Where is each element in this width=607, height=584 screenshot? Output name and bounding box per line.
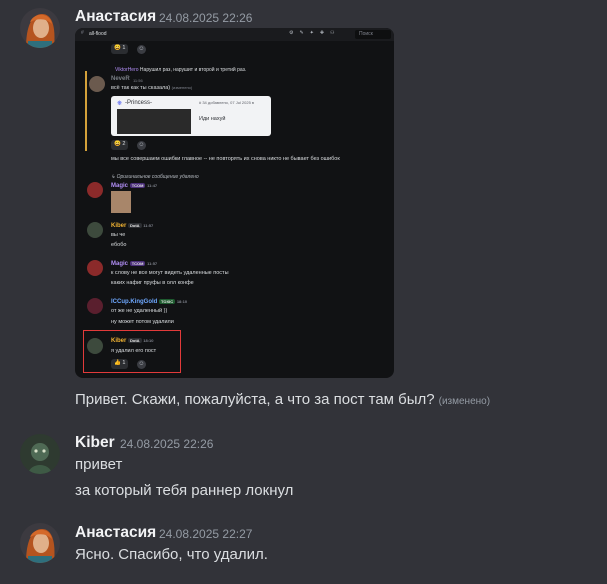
invite-meta: # 34 добавлено, 07 Jul 2025 в (199, 100, 255, 105)
reaction-1: 😄 1 (111, 44, 129, 54)
kiber-name-2: Kiber (111, 338, 127, 345)
reply-preview: ViktorHero Нарушил раз, нарушит и второй… (115, 67, 246, 73)
invite-card: ❋ -Princess- # 34 добавлено, 07 Jul 2025… (111, 96, 271, 136)
reply-text: Нарушил раз, нарушит и второй и третий р… (139, 67, 247, 73)
reaction-2: 😄 2 (111, 140, 129, 150)
message-text: Ясно. Спасибо, что удалил. (75, 546, 268, 563)
image-topbar: # all-flood ⚙✎✦✚⚇ Поиск (75, 28, 394, 41)
message-timestamp: 24.08.2025 22:26 (120, 437, 214, 451)
author-magic: Magic TCOM 11:47 (111, 183, 157, 189)
message-timestamp: 24.08.2025 22:26 (159, 11, 253, 25)
channel-name: all-flood (89, 31, 107, 37)
message-text-content: Привет. Скажи, пожалуйста, а что за пост… (75, 391, 435, 408)
magic-name: Magic (111, 183, 129, 190)
deleted-note: ↳ Оригинальное сообщение удалено (111, 174, 199, 180)
author-name[interactable]: Kiber (75, 434, 115, 452)
reply-bar (85, 71, 87, 151)
attached-image[interactable]: # all-flood ⚙✎✦✚⚇ Поиск 😄 1 ☺ ViktorHero… (75, 28, 394, 378)
magic-line-2: каких нафиг пруфы в олл конфе (111, 280, 194, 286)
deleted-note-text: Оригинальное сообщение удалено (116, 174, 199, 180)
never-edited: (изменено) (171, 85, 193, 90)
avatar-anastasia[interactable] (20, 8, 60, 48)
avatar-kiber[interactable] (20, 434, 60, 474)
message-text: Привет. Скажи, пожалуйста, а что за пост… (75, 391, 490, 408)
message-text: мы все совершаем ошибки главное -- не по… (111, 156, 340, 162)
author-icc: ICCup.KingGold TOXIC 18:10 (111, 299, 187, 305)
edited-label: (изменено) (438, 396, 491, 407)
time-never: 11:56 (133, 78, 143, 83)
invite-action: Иди нахуй (199, 116, 226, 122)
avatar-never (89, 76, 105, 92)
add-reaction-icon: ☺ (137, 45, 146, 54)
reaction-3: 👍 1 (111, 359, 129, 369)
message-1: Анастасия 24.08.2025 22:26 # all-flood ⚙… (0, 0, 607, 420)
icc-time: 18:10 (176, 299, 188, 305)
author-magic-2: Magic TCOM 11:57 (111, 261, 157, 267)
kiber-line-1: вы че (111, 232, 126, 238)
toolbar-icons: ⚙✎✦✚⚇ (289, 30, 341, 36)
kiber-line-2: ебобо (111, 242, 127, 248)
message-line-2: за который тебя раннер локнул (75, 482, 294, 499)
avatar-magic-2 (87, 260, 103, 276)
avatar-kiber (87, 222, 103, 238)
kiber-tag-2: DotA (128, 338, 142, 343)
magic-tag-2: TCOM (129, 261, 146, 266)
add-reaction-icon: ☺ (137, 360, 146, 369)
invite-image (117, 109, 191, 134)
kiber-time: 11:57 (143, 223, 154, 229)
invite-title: -Princess- (125, 100, 153, 106)
icc-line-2: ну может потом удалили (111, 319, 174, 325)
magic-tag: TCOM (129, 183, 146, 188)
magic-image (111, 191, 131, 213)
magic-name-2: Magic (111, 261, 129, 268)
search-placeholder: Поиск (359, 31, 373, 37)
reaction-count: 1 (122, 45, 126, 51)
author-kiber: Kiber DotA 11:57 (111, 223, 153, 229)
author-name[interactable]: Анастасия (75, 524, 156, 542)
avatar-kiber-2 (87, 338, 103, 354)
reaction-count: 2 (122, 141, 126, 147)
avatar-anastasia[interactable] (20, 523, 60, 563)
message-line-1: привет (75, 456, 123, 473)
kiber-name: Kiber (111, 223, 127, 230)
author-name[interactable]: Анастасия (75, 8, 156, 26)
kiber-line-3: я удалил его пост (111, 348, 157, 354)
avatar-magic (87, 182, 103, 198)
kiber-tag: DotA (128, 223, 142, 228)
icc-line-1: от же не удаленный )) (111, 308, 168, 314)
reply-author: ViktorHero (115, 67, 139, 73)
channel-hash-icon: # (81, 30, 84, 36)
never-text: всё так как ты сказала) (изменено) (111, 85, 192, 91)
author-never: NeveR (111, 76, 130, 82)
avatar-icc (87, 298, 103, 314)
never-text-content: всё так как ты сказала) (111, 85, 171, 91)
message-timestamp: 24.08.2025 22:27 (159, 527, 253, 541)
icc-name: ICCup.KingGold (111, 299, 158, 306)
kiber-time-2: 18:10 (143, 338, 154, 344)
magic-time-2: 11:57 (147, 261, 158, 267)
magic-line-1: к слову не все могут видеть удаленные по… (111, 270, 229, 276)
reaction-count: 1 (122, 360, 126, 366)
author-kiber-2: Kiber DotA 18:10 (111, 338, 153, 344)
add-reaction-icon: ☺ (137, 141, 146, 150)
icc-tag: TOXIC (159, 299, 176, 304)
magic-time: 11:47 (147, 183, 158, 189)
invite-icon: ❋ (117, 101, 123, 107)
